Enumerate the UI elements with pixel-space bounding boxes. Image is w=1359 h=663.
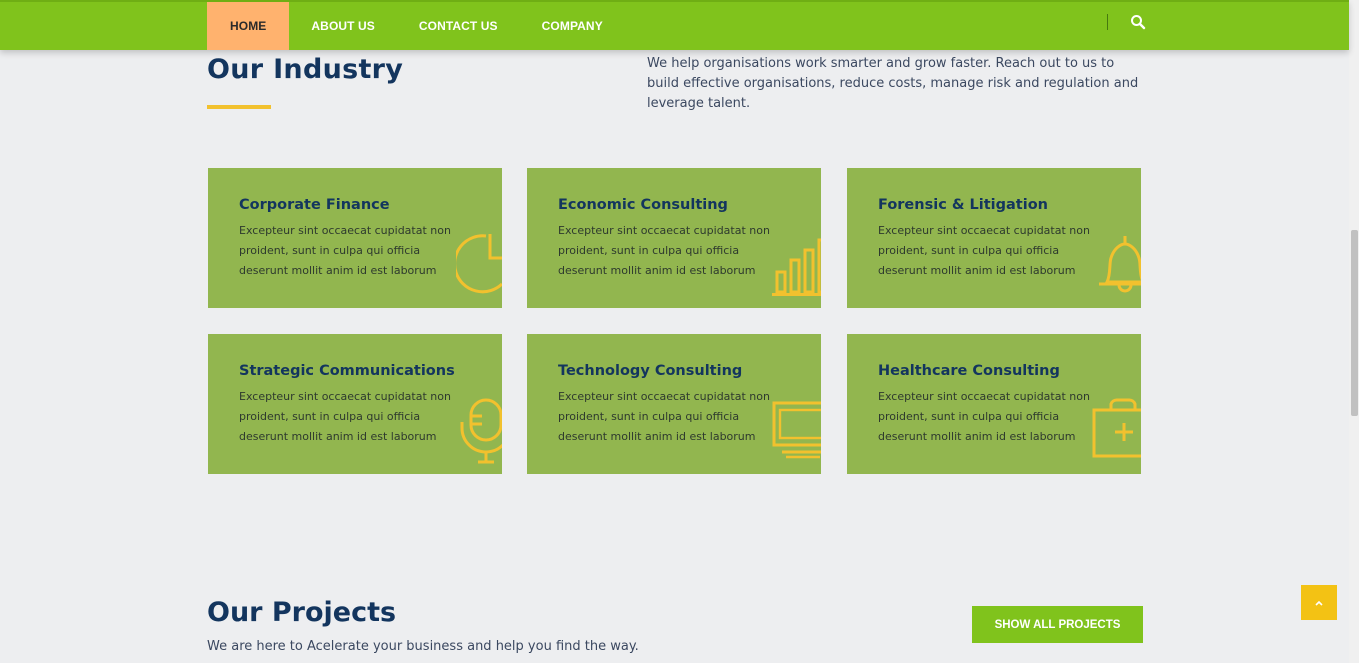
nav-item-about-us[interactable]: ABOUT US [289,2,396,50]
microphone-icon [460,398,502,464]
title-underline [207,105,271,109]
card-text: Excepteur sint occaecat cupidatat non pr… [878,390,1090,443]
industry-card-forensic-litigation[interactable]: Forensic & Litigation Excepteur sint occ… [847,168,1141,308]
card-title: Healthcare Consulting [878,363,1060,379]
bell-icon [1099,236,1141,293]
card-title: Corporate Finance [239,197,390,213]
card-text: Excepteur sint occaecat cupidatat non pr… [239,390,451,443]
nav-item-contact-us[interactable]: CONTACT US [397,2,520,50]
bar-chart-icon [772,238,821,296]
card-text: Excepteur sint occaecat cupidatat non pr… [878,224,1090,277]
show-all-projects-button[interactable]: SHOW ALL PROJECTS [972,606,1143,643]
industry-description: We help organisations work smarter and g… [647,56,1139,111]
industry-card-corporate-finance[interactable]: Corporate Finance Excepteur sint occaeca… [208,168,502,308]
industry-card-economic-consulting[interactable]: Economic Consulting Excepteur sint occae… [527,168,821,308]
nav-divider [1107,14,1108,30]
card-title: Technology Consulting [558,363,743,379]
nav-item-company[interactable]: COMPANY [520,2,625,50]
projects-section-title: Our Projects [207,597,397,628]
back-to-top-button[interactable] [1301,585,1337,620]
monitor-icon [772,401,821,459]
card-text: Excepteur sint occaecat cupidatat non pr… [558,224,770,277]
industry-card-technology-consulting[interactable]: Technology Consulting Excepteur sint occ… [527,334,821,474]
industry-card-healthcare-consulting[interactable]: Healthcare Consulting Excepteur sint occ… [847,334,1141,474]
nav-menu: HOME ABOUT US CONTACT US COMPANY [207,2,625,50]
medical-bag-icon [1092,398,1141,458]
page-scrollbar-thumb[interactable] [1351,230,1358,416]
industry-section-title: Our Industry [207,54,404,85]
search-icon[interactable] [1130,14,1146,30]
top-navbar: HOME ABOUT US CONTACT US COMPANY [0,0,1349,50]
industry-card-strategic-communications[interactable]: Strategic Communications Excepteur sint … [208,334,502,474]
pie-chart-icon [456,234,502,294]
card-title: Strategic Communications [239,363,455,379]
card-text: Excepteur sint occaecat cupidatat non pr… [558,390,770,443]
card-text: Excepteur sint occaecat cupidatat non pr… [239,224,451,277]
nav-item-home[interactable]: HOME [207,2,290,50]
chevron-up-icon [1315,600,1323,606]
card-title: Forensic & Litigation [878,197,1048,213]
projects-description: We are here to Acelerate your business a… [207,639,639,654]
card-title: Economic Consulting [558,197,728,213]
